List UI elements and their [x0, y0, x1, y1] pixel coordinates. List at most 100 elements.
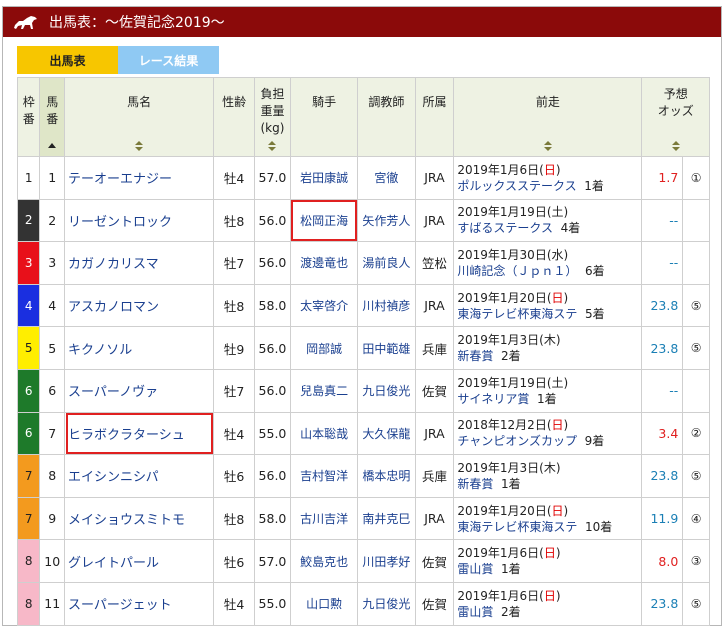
- tab-entries[interactable]: 出馬表: [17, 46, 118, 74]
- popularity-rank: [682, 241, 710, 285]
- horse-name-link[interactable]: キクノソル: [68, 343, 132, 358]
- horse-name-link[interactable]: カガノカリスマ: [68, 257, 159, 272]
- jockey-link[interactable]: 岩田康誠: [300, 171, 348, 185]
- weight-cell: 56.0: [254, 326, 291, 370]
- horse-name-link[interactable]: アスカノロマン: [68, 300, 159, 315]
- trainer-link[interactable]: 九日俊光: [362, 597, 410, 611]
- prev-race-cell: 2019年1月3日(木) 新春賞 2着: [453, 326, 643, 370]
- horse-name-link[interactable]: スーパージェット: [68, 598, 172, 613]
- trainer-link[interactable]: 大久保龍: [362, 427, 410, 441]
- jockey-link[interactable]: 岡部誠: [306, 342, 342, 356]
- waku-cell: 6: [16, 411, 41, 456]
- prev-race-paren: ): [563, 290, 569, 305]
- horse-name-cell: メイショウスミトモ: [63, 496, 215, 541]
- odds-cell: 8.0: [641, 539, 684, 583]
- waku-cell: 7: [16, 496, 41, 541]
- jockey-link[interactable]: 松岡正海: [300, 214, 348, 228]
- trainer-link[interactable]: 田中範雄: [362, 342, 410, 356]
- trainer-link[interactable]: 湯前良人: [362, 256, 410, 270]
- table-row: 1 1 テーオーエナジー 牡4 57.0 岩田康誠 宮徹 JRA 2019年1月6日(日) ポルッ…: [16, 156, 710, 200]
- horse-name-link[interactable]: テーオーエナジー: [68, 172, 172, 187]
- jockey-link[interactable]: 渡邊竜也: [300, 256, 348, 270]
- waku-cell: 8: [16, 539, 41, 583]
- prev-race-link[interactable]: 雷山賞: [457, 562, 493, 576]
- belong-cell: 兵庫: [414, 326, 455, 370]
- tab-results[interactable]: レース結果: [118, 46, 219, 74]
- panel-header: 出馬表：～佐賀記念2019～: [3, 7, 721, 37]
- jockey-link[interactable]: 吉村智洋: [300, 469, 348, 483]
- jockey-link[interactable]: 山口勲: [306, 597, 342, 611]
- popularity-rank: [682, 368, 710, 413]
- waku-cell: 5: [16, 326, 41, 370]
- horse-name-cell: アスカノロマン: [63, 283, 215, 328]
- trainer-link[interactable]: 矢作芳人: [362, 214, 410, 228]
- trainer-cell: 湯前良人: [357, 241, 416, 285]
- col-header-umaban[interactable]: 馬番: [39, 77, 65, 157]
- prev-race-link[interactable]: すばるステークス: [457, 221, 553, 235]
- jockey-cell: 渡邊竜也: [289, 241, 359, 285]
- trainer-link[interactable]: 橋本忠明: [362, 469, 410, 483]
- umaban-cell: 9: [39, 496, 65, 541]
- prev-race-weekday: 日: [543, 588, 556, 603]
- prev-race-link[interactable]: 新春賞: [457, 349, 493, 363]
- sexage-cell: 牡4: [213, 156, 256, 200]
- prev-race-link[interactable]: 川崎記念（Ｊｐｎ１）: [457, 264, 577, 278]
- popularity-rank: ⑤: [682, 581, 710, 626]
- prev-race-cell: 2019年1月19日(土) サイネリア賞 1着: [453, 368, 643, 413]
- sort-both-icon: [135, 141, 144, 151]
- col-header-prev[interactable]: 前走: [453, 77, 643, 157]
- prev-race-link[interactable]: サイネリア賞: [457, 392, 529, 406]
- col-header-odds[interactable]: 予想 オッズ: [641, 77, 710, 157]
- horse-name-link[interactable]: グレイトパール: [68, 556, 159, 571]
- horse-name-cell: エイシンニシパ: [63, 454, 215, 498]
- prev-race-result: 4着: [560, 221, 581, 236]
- jockey-link[interactable]: 兒島真二: [300, 384, 348, 398]
- weight-cell: 57.0: [254, 539, 291, 583]
- trainer-link[interactable]: 川田孝好: [362, 555, 410, 569]
- prev-race-link[interactable]: ポルックスステークス: [457, 179, 576, 193]
- horse-name-link[interactable]: エイシンニシパ: [68, 470, 159, 485]
- prev-race-cell: 2019年1月6日(日) ポルックスステークス 1着: [453, 156, 643, 200]
- prev-race-cell: 2019年1月20日(日) 東海テレビ杯東海ステ 10着: [453, 496, 643, 541]
- odds-cell: --: [641, 241, 684, 285]
- prev-race-cell: 2019年1月3日(木) 新春賞 1着: [453, 454, 643, 498]
- belong-cell: 佐賀: [414, 539, 455, 583]
- prev-race-date: 2019年1月20日(: [457, 290, 552, 305]
- prev-race-link[interactable]: 雷山賞: [457, 605, 493, 619]
- horse-name-link[interactable]: スーパーノヴァ: [68, 385, 158, 400]
- horse-name-cell: グレイトパール: [63, 539, 215, 583]
- trainer-link[interactable]: 南井克巳: [362, 512, 410, 526]
- sort-both-icon: [268, 141, 277, 151]
- horse-name-link[interactable]: リーゼントロック: [68, 215, 172, 230]
- prev-race-link[interactable]: 東海テレビ杯東海ステ: [457, 307, 577, 321]
- trainer-link[interactable]: 九日俊光: [362, 384, 410, 398]
- trainer-link[interactable]: 川村禎彦: [362, 299, 410, 313]
- horse-name-cell: スーパーノヴァ: [63, 368, 215, 413]
- prev-race-result: 2着: [501, 349, 521, 364]
- jockey-link[interactable]: 鮫島克也: [300, 555, 348, 569]
- prev-race-cell: 2018年12月2日(日) チャンピオンズカップ 9着: [453, 411, 643, 456]
- prev-race-paren: ): [563, 205, 569, 220]
- col-header-sexage: 性齢: [213, 77, 256, 157]
- umaban-cell: 5: [39, 326, 65, 370]
- prev-race-link[interactable]: 東海テレビ杯東海ステ: [457, 520, 577, 534]
- col-header-weight[interactable]: 負担 重量 (kg): [254, 77, 291, 157]
- table-row: 7 8 エイシンニシパ 牡6 56.0 吉村智洋 橋本忠明 兵庫 2019年1月3日(木) 新春賞…: [16, 454, 710, 498]
- race-card-panel: 出馬表：～佐賀記念2019～ 出馬表 レース結果 枠番 馬番 馬名 性齢 負担 …: [2, 6, 722, 626]
- prev-race-date: 2019年1月6日(: [457, 588, 544, 603]
- odds-cell: 3.4: [641, 411, 684, 456]
- prev-race-date: 2019年1月3日(: [457, 333, 544, 348]
- prev-race-link[interactable]: 新春賞: [457, 477, 493, 491]
- horse-name-link[interactable]: ヒラボクラターシュ: [68, 428, 185, 443]
- col-header-name[interactable]: 馬名: [63, 77, 215, 157]
- prev-race-link[interactable]: チャンピオンズカップ: [457, 434, 577, 448]
- jockey-link[interactable]: 太宰啓介: [300, 299, 348, 313]
- prev-race-result: 2着: [501, 604, 521, 619]
- waku-cell: 3: [16, 241, 41, 285]
- trainer-link[interactable]: 宮徹: [374, 171, 398, 185]
- belong-cell: 佐賀: [414, 368, 455, 413]
- horse-name-link[interactable]: メイショウスミトモ: [68, 513, 185, 528]
- jockey-link[interactable]: 古川吉洋: [300, 512, 348, 526]
- belong-cell: 笠松: [414, 241, 455, 285]
- jockey-link[interactable]: 山本聡哉: [300, 427, 348, 441]
